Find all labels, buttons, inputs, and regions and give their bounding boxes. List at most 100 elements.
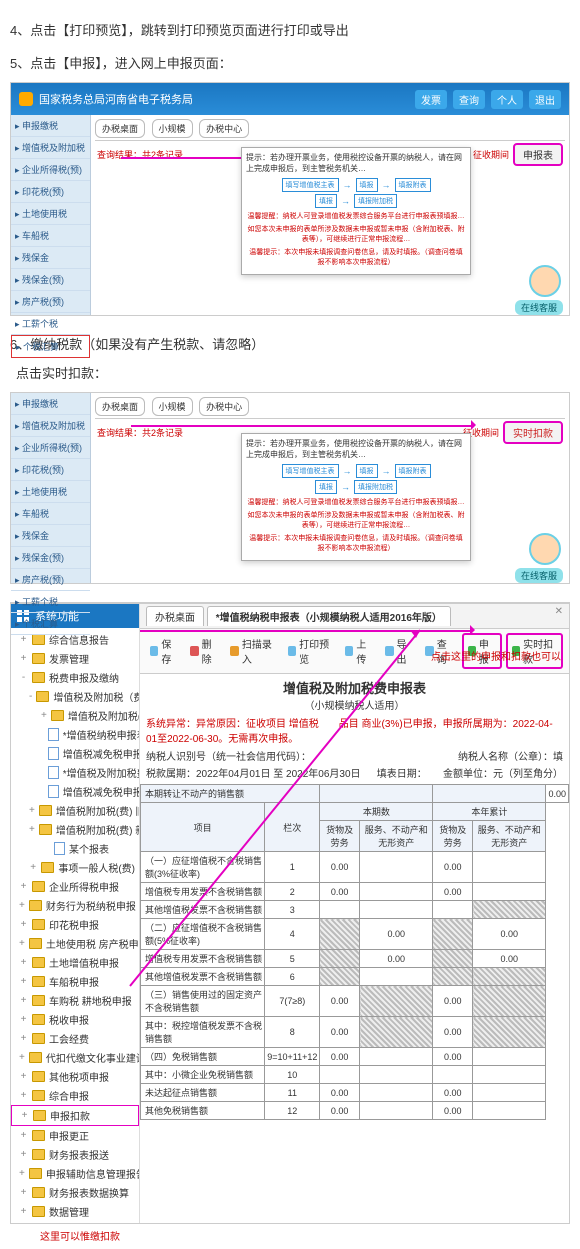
tree-node[interactable]: 某个报表 xyxy=(11,839,139,858)
cell-value[interactable] xyxy=(360,1066,433,1084)
toggle-icon[interactable]: + xyxy=(19,1052,25,1063)
sidebar-item[interactable]: ▸ 个税汇算 xyxy=(11,335,90,358)
cell-value[interactable]: 0.00 xyxy=(473,919,546,950)
toolbar-btn-上传[interactable]: 上传 xyxy=(341,635,377,667)
toggle-icon[interactable]: + xyxy=(19,919,28,930)
toggle-icon[interactable]: + xyxy=(19,1206,28,1217)
hdr-link[interactable]: 退出 xyxy=(529,90,561,109)
sidebar-item[interactable]: ▸ 房产税(预) xyxy=(11,291,90,313)
sidebar-item[interactable]: ▸ 印花税(预) xyxy=(11,181,90,203)
toggle-icon[interactable]: + xyxy=(19,1090,28,1101)
cell-value[interactable] xyxy=(473,852,546,883)
sidebar-item[interactable]: ▸ 车船税 xyxy=(11,503,90,525)
toggle-icon[interactable]: + xyxy=(19,1014,28,1025)
toggle-icon[interactable] xyxy=(41,767,44,778)
tree-node[interactable]: +工会经费 xyxy=(11,1029,139,1048)
cell-value[interactable]: 0.00 xyxy=(320,1084,360,1102)
toggle-icon[interactable]: + xyxy=(19,881,28,892)
cell-value[interactable] xyxy=(320,1066,360,1084)
toggle-icon[interactable]: + xyxy=(29,862,37,873)
tree-node[interactable]: +数据管理 xyxy=(11,1202,139,1221)
tree-node[interactable]: +车购税 耕地税申报 xyxy=(11,991,139,1010)
tree-node[interactable]: +财务行为税纳税申报 xyxy=(11,896,139,915)
toolbar-btn-导出[interactable]: 导出 xyxy=(381,635,417,667)
toolbar-btn-删除[interactable]: 删除 xyxy=(186,635,222,667)
toggle-icon[interactable]: + xyxy=(19,653,28,664)
toolbar-btn-扫描录入[interactable]: 扫描录入 xyxy=(226,635,279,667)
tab[interactable]: 办税桌面 xyxy=(95,119,145,138)
toggle-icon[interactable]: - xyxy=(19,672,28,683)
hdr-link[interactable]: 个人 xyxy=(491,90,523,109)
toggle-icon[interactable]: + xyxy=(20,1110,29,1121)
tab-current-form[interactable]: *增值税纳税申报表（小规模纳税人适用2016年版） xyxy=(207,606,451,626)
toggle-icon[interactable]: + xyxy=(19,1130,28,1141)
tree-node[interactable]: +综合申报 xyxy=(11,1086,139,1105)
cell-value[interactable]: 0.00 xyxy=(433,1048,473,1066)
toggle-icon[interactable]: + xyxy=(29,824,35,835)
sidebar-item[interactable]: ▸ 增值税及附加税 xyxy=(11,415,90,437)
tree-node[interactable]: *增值税纳税申报表（小规 xyxy=(11,725,139,744)
cell-value[interactable]: 0.00 xyxy=(320,1048,360,1066)
sidebar-item[interactable]: ▸ 企业所得税(预) xyxy=(11,159,90,181)
cell-value[interactable] xyxy=(473,1102,546,1120)
tree-node[interactable]: +车船税申报 xyxy=(11,972,139,991)
assistant-avatar-icon[interactable] xyxy=(529,533,561,565)
cell-value[interactable]: 0.00 xyxy=(320,1102,360,1120)
sidebar-item[interactable]: ▸ 企业所得税(预) xyxy=(11,437,90,459)
toggle-icon[interactable]: + xyxy=(19,900,25,911)
tab[interactable]: 办税桌面 xyxy=(95,397,145,416)
tree-node[interactable]: +申报扣款 xyxy=(11,1105,139,1126)
tree-node[interactable]: +代扣代缴文化事业建设费 xyxy=(11,1048,139,1067)
tree-node[interactable]: +申报更正 xyxy=(11,1126,139,1145)
toggle-icon[interactable]: + xyxy=(19,976,28,987)
toggle-icon[interactable]: + xyxy=(19,995,28,1006)
cell-value[interactable] xyxy=(473,1066,546,1084)
tree-node[interactable]: +财务报表报送 xyxy=(11,1145,139,1164)
tree-node[interactable]: *增值税及附加税费申报表 xyxy=(11,763,139,782)
toolbar-btn-保存[interactable]: 保存 xyxy=(146,635,182,667)
cell-value[interactable] xyxy=(360,1102,433,1120)
chat-button[interactable]: 在线客服 xyxy=(515,568,563,583)
cell-value[interactable] xyxy=(433,901,473,919)
tree-node[interactable]: +发票管理 xyxy=(11,649,139,668)
sidebar-item[interactable]: ▸ 申报缴税 xyxy=(11,393,90,415)
toggle-icon[interactable]: + xyxy=(19,1033,28,1044)
close-icon[interactable]: ✕ xyxy=(555,606,563,617)
cell-value[interactable] xyxy=(473,1048,546,1066)
realtime-pay-button[interactable]: 实时扣款 xyxy=(503,421,563,444)
toolbar-btn-打印预览[interactable]: 打印预览 xyxy=(284,635,337,667)
sidebar-item[interactable]: ▸ 工薪个税 xyxy=(11,591,90,613)
tree-node[interactable]: +其他税项申报 xyxy=(11,1067,139,1086)
tree-node[interactable]: +申报辅助信息管理报告 xyxy=(11,1164,139,1183)
tab-desktop[interactable]: 办税桌面 xyxy=(146,606,204,626)
sidebar-item[interactable]: ▸ 增值税及附加税 xyxy=(11,137,90,159)
tree-node[interactable]: +土地增值税申报 xyxy=(11,953,139,972)
tree-node[interactable]: +增值税附加税(费) 新 xyxy=(11,820,139,839)
cell-value[interactable] xyxy=(360,968,433,986)
sidebar-item[interactable]: ▸ 残保金(预) xyxy=(11,269,90,291)
toggle-icon[interactable]: + xyxy=(19,1149,28,1160)
chat-button[interactable]: 在线客服 xyxy=(515,300,563,315)
tab[interactable]: 办税中心 xyxy=(199,119,249,138)
sidebar-item[interactable]: ▸ 残保金(预) xyxy=(11,547,90,569)
sidebar-item[interactable]: ▸ 房产税(预) xyxy=(11,569,90,591)
tab[interactable]: 办税中心 xyxy=(199,397,249,416)
cell-value[interactable] xyxy=(433,1066,473,1084)
tree-node[interactable]: +印花税申报 xyxy=(11,915,139,934)
cell-value[interactable]: 0.00 xyxy=(320,852,360,883)
cell-value[interactable] xyxy=(360,852,433,883)
toggle-icon[interactable]: + xyxy=(19,957,28,968)
sidebar-item[interactable]: ▸ 残保金 xyxy=(11,247,90,269)
cell-value[interactable]: 0.00 xyxy=(320,986,360,1017)
sidebar-item[interactable]: ▸ 印花税(预) xyxy=(11,459,90,481)
toggle-icon[interactable]: + xyxy=(19,1187,28,1198)
cell-value[interactable]: 0.00 xyxy=(320,1017,360,1048)
tree-node[interactable]: -增值税及附加税（费）申报 xyxy=(11,687,139,706)
toggle-icon[interactable]: + xyxy=(29,805,35,816)
cell-value[interactable]: 0.00 xyxy=(360,919,433,950)
open-form-button[interactable]: 申报表 xyxy=(513,143,563,166)
cell-value[interactable]: 0.00 xyxy=(433,883,473,901)
tree-node[interactable]: 增值税减免税申报明细 xyxy=(11,782,139,801)
toggle-icon[interactable]: - xyxy=(29,691,32,702)
toggle-icon[interactable]: + xyxy=(41,710,47,721)
